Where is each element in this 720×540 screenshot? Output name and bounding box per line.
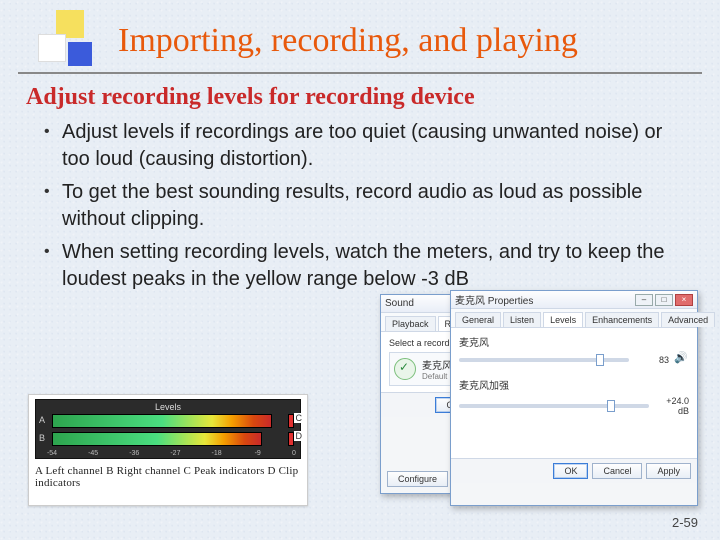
levels-meter-figure: Levels A B C D -54 -45 -36 -27 -18 -9 0 … <box>28 394 308 506</box>
level-bar-right <box>52 432 262 446</box>
bullet-list: Adjust levels if recordings are too quie… <box>26 119 690 293</box>
slider-thumb[interactable] <box>596 354 604 366</box>
tab-advanced[interactable]: Advanced <box>661 312 715 327</box>
mic-boost-label: 麦克风加强 <box>459 377 689 392</box>
maximize-button[interactable]: □ <box>655 294 673 306</box>
tab-general[interactable]: General <box>455 312 501 327</box>
tab-playback[interactable]: Playback <box>385 316 436 331</box>
scale-tick: -27 <box>170 450 180 457</box>
speaker-icon[interactable] <box>675 353 689 367</box>
indicator-label-c: C <box>294 413 305 423</box>
scale-tick: 0 <box>292 450 296 457</box>
minimize-button[interactable]: – <box>635 294 653 306</box>
slider-thumb[interactable] <box>607 400 615 412</box>
mic-level-label: 麦克风 <box>459 334 689 349</box>
levels-panel-title: Levels <box>155 402 181 412</box>
mic-boost-slider[interactable] <box>459 404 649 408</box>
tab-enhancements[interactable]: Enhancements <box>585 312 659 327</box>
slide-title: Importing, recording, and playing <box>18 10 702 60</box>
scale-tick: -18 <box>211 450 221 457</box>
bullet-item: To get the best sounding results, record… <box>44 179 690 233</box>
levels-legend: A Left channel B Right channel C Peak in… <box>35 465 301 489</box>
scale-tick: -9 <box>255 450 261 457</box>
channel-label-a: A <box>39 415 45 425</box>
mic-level-value: 83 <box>635 355 669 365</box>
microphone-icon <box>394 358 416 380</box>
close-button[interactable]: × <box>675 294 693 306</box>
mic-boost-value: +24.0 dB <box>655 396 689 416</box>
cancel-button[interactable]: Cancel <box>592 463 642 479</box>
levels-panel: Levels A B C D -54 -45 -36 -27 -18 -9 0 <box>35 399 301 459</box>
scale-tick: -36 <box>129 450 139 457</box>
channel-label-b: B <box>39 433 45 443</box>
decorative-squares <box>38 10 98 66</box>
windows-dialog-screenshot: Sound – □ × Playback Recording Select a … <box>380 290 700 510</box>
bullet-item: When setting recording levels, watch the… <box>44 239 690 293</box>
scale-tick: -45 <box>88 450 98 457</box>
levels-scale: -54 -45 -36 -27 -18 -9 0 <box>52 449 294 457</box>
sound-dialog-title: Sound <box>385 298 414 309</box>
ok-button[interactable]: OK <box>553 463 588 479</box>
configure-button[interactable]: Configure <box>387 471 448 487</box>
properties-dialog-title: 麦克风 Properties <box>455 292 533 307</box>
indicator-label-d: D <box>294 431 305 441</box>
page-number: 2-59 <box>672 515 698 530</box>
bullet-item: Adjust levels if recordings are too quie… <box>44 119 690 173</box>
tab-levels[interactable]: Levels <box>543 312 583 327</box>
scale-tick: -54 <box>47 450 57 457</box>
tab-listen[interactable]: Listen <box>503 312 541 327</box>
level-bar-left <box>52 414 272 428</box>
mic-properties-dialog: 麦克风 Properties – □ × General Listen Leve… <box>450 290 698 506</box>
mic-level-slider[interactable] <box>459 358 629 362</box>
apply-button[interactable]: Apply <box>646 463 691 479</box>
section-subhead: Adjust recording levels for recording de… <box>26 84 690 111</box>
